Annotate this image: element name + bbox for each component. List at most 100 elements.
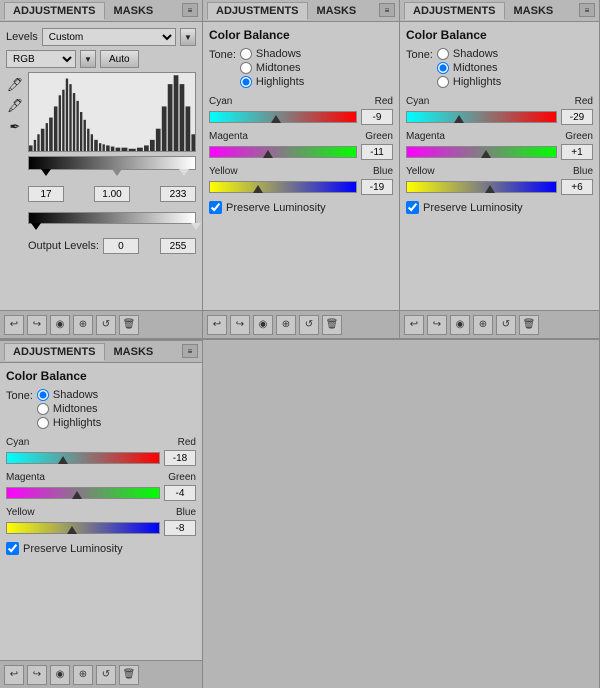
yellow-blue-thumb-bl[interactable] — [67, 526, 77, 534]
magenta-green-thumb-mid[interactable] — [263, 150, 273, 158]
tone-midtones-right[interactable] — [437, 62, 449, 74]
tb2-delete[interactable]: 🗑 — [322, 315, 342, 335]
mid-point-slider[interactable] — [112, 169, 122, 176]
output-black-input[interactable]: 0 — [103, 238, 139, 254]
tab-adjustments-tr[interactable]: ADJUSTMENTS — [404, 2, 505, 20]
panel-menu-tr[interactable]: ≡ — [579, 3, 595, 17]
eyedropper-black-icon[interactable]: 🖊 — [6, 76, 24, 94]
tab-masks-tm[interactable]: MASKS — [308, 2, 366, 20]
channel-arrow[interactable]: ▼ — [80, 50, 96, 68]
tb4-forward[interactable]: ↪ — [27, 665, 47, 685]
tb3-eye[interactable]: ◉ — [450, 315, 470, 335]
cyan-label-bl: Cyan — [6, 437, 29, 448]
panel-menu-bl[interactable]: ≡ — [182, 344, 198, 358]
levels-preset-arrow[interactable]: ▼ — [180, 28, 196, 46]
white-point-slider[interactable] — [179, 169, 189, 176]
mid-input[interactable]: 1.00 — [94, 186, 130, 202]
tab-masks-tl[interactable]: MASKS — [105, 2, 163, 20]
tb3-forward[interactable]: ↪ — [427, 315, 447, 335]
magenta-green-input-bl[interactable]: -4 — [164, 485, 196, 501]
tb4-back[interactable]: ↩ — [4, 665, 24, 685]
tb3-delete[interactable]: 🗑 — [519, 315, 539, 335]
output-black-slider[interactable] — [31, 223, 41, 230]
panel-menu-tl[interactable]: ≡ — [182, 3, 198, 17]
output-white-input[interactable]: 255 — [160, 238, 196, 254]
yellow-blue-input-mid[interactable]: -19 — [361, 179, 393, 195]
output-label: Output Levels: — [28, 240, 99, 252]
tab-adjustments-tm[interactable]: ADJUSTMENTS — [207, 2, 308, 20]
cyan-red-track-mid[interactable] — [209, 111, 357, 123]
yellow-blue-track-mid[interactable] — [209, 181, 357, 193]
tb4-eye[interactable]: ◉ — [50, 665, 70, 685]
channel-select[interactable]: RGB — [6, 50, 76, 68]
yellow-blue-track-right[interactable] — [406, 181, 557, 193]
cyan-red-track-bl[interactable] — [6, 452, 160, 464]
tone-highlights-right[interactable] — [437, 76, 449, 88]
eyedropper-white-icon[interactable]: ✒ — [6, 118, 24, 136]
cyan-label-right: Cyan — [406, 96, 429, 107]
tb4-add[interactable]: ⊕ — [73, 665, 93, 685]
cyan-red-thumb-mid[interactable] — [271, 115, 281, 123]
tone-shadows-right[interactable] — [437, 48, 449, 60]
tb-delete[interactable]: 🗑 — [119, 315, 139, 335]
yellow-blue-input-right[interactable]: +6 — [561, 179, 593, 195]
tb2-refresh[interactable]: ↺ — [299, 315, 319, 335]
black-input[interactable]: 17 — [28, 186, 64, 202]
preserve-lum-right[interactable] — [406, 201, 419, 214]
white-input[interactable]: 233 — [160, 186, 196, 202]
tb-refresh[interactable]: ↺ — [96, 315, 116, 335]
tb-eye[interactable]: ◉ — [50, 315, 70, 335]
preserve-lum-bl[interactable] — [6, 542, 19, 555]
cyan-red-thumb-right[interactable] — [454, 115, 464, 123]
magenta-green-input-right[interactable]: +1 — [561, 144, 593, 160]
magenta-green-track-mid[interactable] — [209, 146, 357, 158]
tb-forward[interactable]: ↪ — [27, 315, 47, 335]
tone-midtones-mid[interactable] — [240, 62, 252, 74]
levels-preset-select[interactable]: Custom — [42, 28, 176, 46]
tb2-add[interactable]: ⊕ — [276, 315, 296, 335]
cyan-red-input-bl[interactable]: -18 — [164, 450, 196, 466]
tb3-add[interactable]: ⊕ — [473, 315, 493, 335]
panel-menu-tm[interactable]: ≡ — [379, 3, 395, 17]
magenta-green-thumb-right[interactable] — [481, 150, 491, 158]
tb2-eye[interactable]: ◉ — [253, 315, 273, 335]
yellow-blue-thumb-mid[interactable] — [253, 185, 263, 193]
tb3-refresh[interactable]: ↺ — [496, 315, 516, 335]
tone-highlights-bl[interactable] — [37, 417, 49, 429]
cyan-red-track-right[interactable] — [406, 111, 557, 123]
tb3-back[interactable]: ↩ — [404, 315, 424, 335]
output-white-slider[interactable] — [191, 223, 201, 230]
cyan-red-input-mid[interactable]: -9 — [361, 109, 393, 125]
tab-adjustments-bl[interactable]: ADJUSTMENTS — [4, 343, 105, 361]
tone-highlights-mid[interactable] — [240, 76, 252, 88]
tb4-refresh[interactable]: ↺ — [96, 665, 116, 685]
preserve-lum-mid[interactable] — [209, 201, 222, 214]
cb-mid-content: Color Balance Tone: Shadows Midtones Hig… — [203, 22, 399, 310]
auto-button[interactable]: Auto — [100, 50, 139, 68]
eyedropper-gray-icon[interactable]: 🖋 — [6, 97, 24, 115]
tb4-delete[interactable]: 🗑 — [119, 665, 139, 685]
yellow-blue-track-bl[interactable] — [6, 522, 160, 534]
tb-back[interactable]: ↩ — [4, 315, 24, 335]
tone-shadows-bl[interactable] — [37, 389, 49, 401]
tone-midtones-bl[interactable] — [37, 403, 49, 415]
tone-shadows-mid[interactable] — [240, 48, 252, 60]
yellow-blue-thumb-right[interactable] — [485, 185, 495, 193]
color-balance-panel-top-mid: ADJUSTMENTS MASKS ≡ Color Balance Tone: … — [203, 0, 400, 338]
magenta-green-thumb-bl[interactable] — [72, 491, 82, 499]
tab-masks-tr[interactable]: MASKS — [505, 2, 563, 20]
tab-adjustments-tl[interactable]: ADJUSTMENTS — [4, 2, 105, 20]
tab-masks-bl[interactable]: MASKS — [105, 343, 163, 361]
magenta-green-track-bl[interactable] — [6, 487, 160, 499]
cyan-red-thumb-bl[interactable] — [58, 456, 68, 464]
cyan-red-input-right[interactable]: -29 — [561, 109, 593, 125]
magenta-green-track-right[interactable] — [406, 146, 557, 158]
yellow-blue-input-bl[interactable]: -8 — [164, 520, 196, 536]
tb2-back[interactable]: ↩ — [207, 315, 227, 335]
black-point-slider[interactable] — [41, 169, 51, 176]
tb-add[interactable]: ⊕ — [73, 315, 93, 335]
cb-mid-header: ADJUSTMENTS MASKS ≡ — [203, 0, 399, 22]
tb2-forward[interactable]: ↪ — [230, 315, 250, 335]
magenta-green-input-mid[interactable]: -11 — [361, 144, 393, 160]
empty-bottom-area — [203, 340, 600, 688]
